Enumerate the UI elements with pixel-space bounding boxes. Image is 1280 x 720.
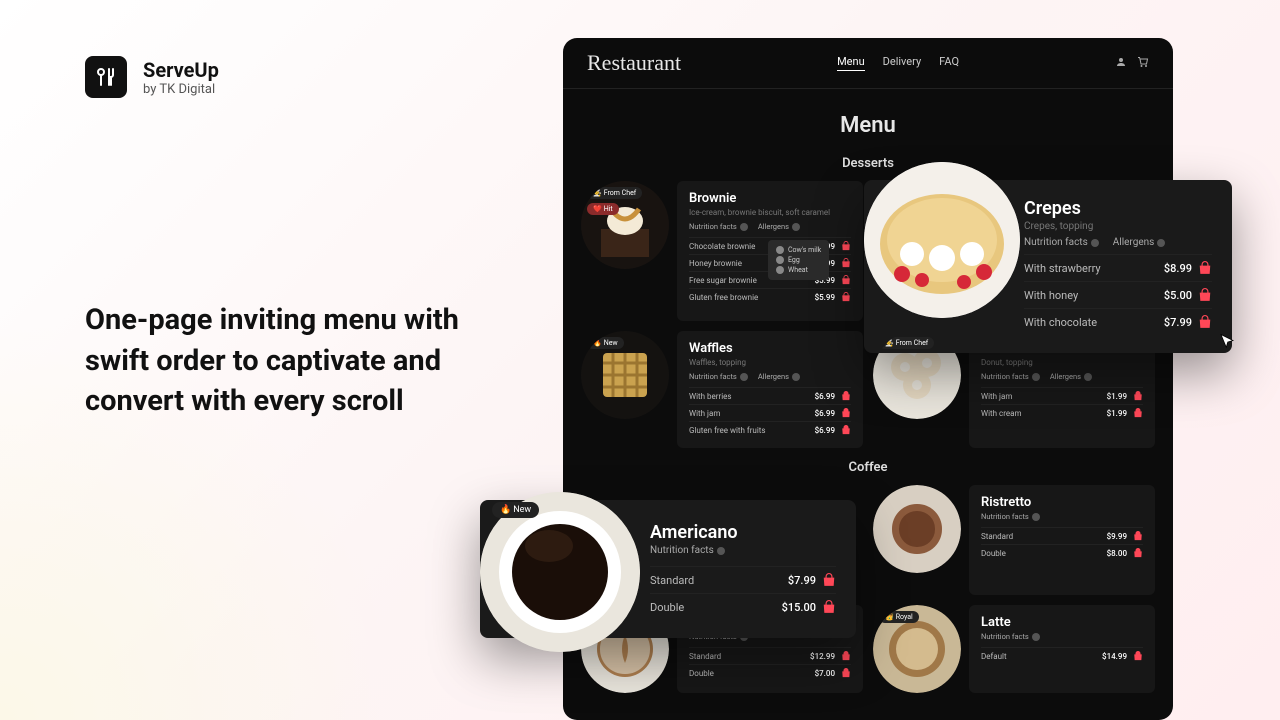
opt-row[interactable]: With strawberry$8.99 [1024,254,1212,281]
serveup-logo-icon [85,56,127,98]
badge-fromchef: 👨‍🍳 From Chef [879,337,934,349]
bag-icon [1198,315,1212,329]
app-name: ServeUp [143,58,219,82]
hero-headline: One-page inviting menu with swift order … [85,300,515,422]
bag-icon [841,292,851,302]
bag-icon [841,275,851,285]
crepes-image [864,162,1020,318]
nutrition-link[interactable]: Nutrition facts [1024,237,1099,248]
nav-delivery[interactable]: Delivery [883,55,922,71]
bag-icon [841,258,851,268]
nav-menu[interactable]: Menu [837,55,865,71]
card-latte: 👑 Royal Latte Nutrition facts Default$14… [873,605,1155,693]
opt-row[interactable]: Standard$7.99 [650,566,836,593]
badge-hit: ❤️ Hit [587,203,619,215]
brownie-title: Brownie [689,191,851,206]
ristretto-image [873,485,961,573]
allergens-link[interactable]: Allergens [1113,237,1166,248]
card-waffles: 🔥 New Waffles Waffles, topping Nutrition… [581,331,863,448]
section-desserts: Desserts [563,156,1173,171]
badge-new: 🔥 New [587,337,624,349]
brownie-sub: Ice-cream, brownie biscuit, soft caramel [689,208,851,217]
allergens-link[interactable]: Allergens [758,222,800,231]
brownie-image: 👨‍🍳 From Chef ❤️ Hit [581,181,669,269]
user-icon[interactable] [1115,56,1127,71]
bag-icon [1198,288,1212,302]
cart-icon[interactable] [1137,56,1149,71]
opt-row[interactable]: Gluten free brownie$5.99 [689,288,851,305]
bag-icon [841,241,851,251]
opt-row[interactable]: With honey$5.00 [1024,281,1212,308]
opt-row[interactable]: With chocolate$7.99 [1024,308,1212,335]
badge-new: 🔥 New [492,502,539,518]
waffles-image: 🔥 New [581,331,669,419]
crepes-title: Crepes [1024,198,1212,219]
logo-area: ServeUp by TK Digital [85,56,219,98]
opt-row[interactable]: Double$15.00 [650,593,836,620]
card-crepes-popout: Crepes Crepes, topping Nutrition facts A… [864,180,1232,353]
bag-icon [822,573,836,587]
page-title: Menu [563,113,1173,138]
info-icon [717,547,725,555]
bag-icon [1198,261,1212,275]
nav-faq[interactable]: FAQ [939,55,959,71]
waffles-title: Waffles [689,341,851,356]
nutrition-link[interactable]: Nutrition facts [650,545,725,556]
badge-fromchef: 👨‍🍳 From Chef [587,187,642,199]
restaurant-brand: Restaurant [587,50,681,76]
cursor-icon [1218,333,1236,351]
info-icon [1091,239,1099,247]
latte-image: 👑 Royal [873,605,961,693]
card-americano-popout: 🔥 New Americano Nutrition facts Standard… [480,500,856,638]
badge-royal: 👑 Royal [879,611,919,623]
nutrition-link[interactable]: Nutrition facts [689,222,748,231]
americano-title: Americano [650,522,836,543]
by-line: by TK Digital [143,82,219,97]
info-icon [1157,239,1165,247]
section-coffee: Coffee [563,460,1173,475]
top-nav: Restaurant Menu Delivery FAQ [563,38,1173,89]
card-ristretto: Ristretto Nutrition facts Standard$9.99 … [873,485,1155,595]
allergens-tooltip: Cow's milk Egg Wheat [768,240,829,280]
bag-icon [822,600,836,614]
